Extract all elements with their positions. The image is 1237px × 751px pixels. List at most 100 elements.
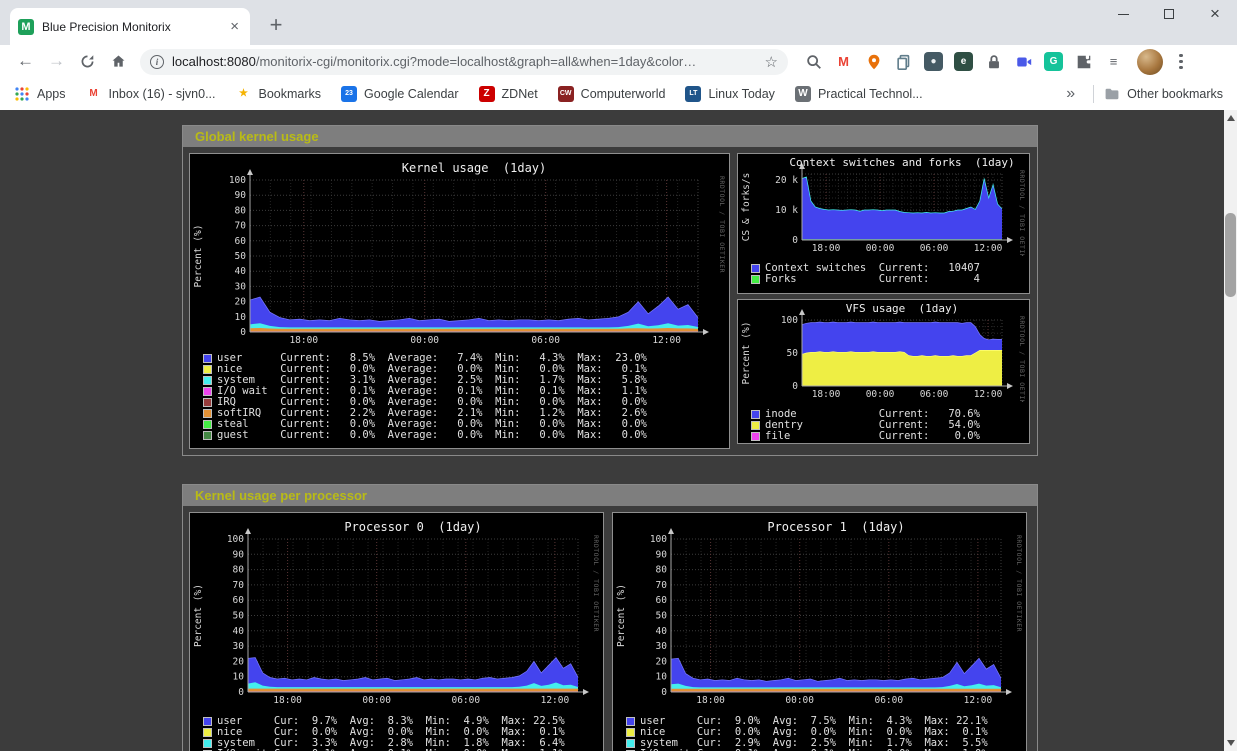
- svg-text:50: 50: [233, 611, 245, 622]
- bookmark-item[interactable]: WPractical Technol...: [795, 86, 923, 102]
- svg-text:10 k: 10 k: [775, 205, 798, 216]
- window-controls: ×: [1115, 6, 1223, 22]
- search-icon[interactable]: [804, 52, 823, 71]
- scroll-up-icon[interactable]: [1227, 115, 1235, 121]
- processor0-graph[interactable]: 010203040506070809010018:0000:0006:0012:…: [189, 512, 604, 751]
- bookmark-label: Practical Technol...: [818, 87, 923, 101]
- lock-icon[interactable]: [984, 52, 1003, 71]
- legend-swatch: [626, 739, 635, 748]
- camera-icon[interactable]: ●: [924, 52, 943, 71]
- svg-text:80: 80: [235, 205, 247, 216]
- map-pin-icon[interactable]: [864, 52, 883, 71]
- profile-avatar[interactable]: [1137, 49, 1163, 75]
- video-icon[interactable]: [1014, 52, 1033, 71]
- svg-text:100: 100: [227, 534, 244, 545]
- gmail-icon: M: [86, 86, 102, 102]
- svg-text:RRDTOOL / TOBI OETIKER: RRDTOOL / TOBI OETIKER: [1018, 316, 1026, 402]
- svg-text:60: 60: [233, 595, 245, 606]
- bookmark-star-icon[interactable]: ☆: [765, 53, 778, 71]
- processor0-legend: user Cur: 9.7% Avg: 8.3% Min: 4.9% Max: …: [190, 714, 603, 751]
- bookmark-label: Inbox (16) - sjvn0...: [109, 87, 216, 101]
- svg-text:Percent (%): Percent (%): [193, 584, 204, 647]
- svg-text:18:00: 18:00: [812, 389, 841, 400]
- svg-text:90: 90: [656, 549, 668, 560]
- svg-text:100: 100: [781, 315, 798, 326]
- list-icon[interactable]: ≡: [1104, 52, 1123, 71]
- reload-icon[interactable]: [75, 49, 100, 74]
- zdnet-icon: Z: [479, 86, 495, 102]
- tab-close-icon[interactable]: ×: [227, 18, 242, 35]
- legend-swatch: [203, 728, 212, 737]
- address-bar[interactable]: i localhost:8080/monitorix-cgi/monitorix…: [140, 49, 788, 75]
- apps-shortcut[interactable]: Apps: [14, 86, 66, 102]
- forward-icon[interactable]: →: [44, 49, 69, 74]
- legend-swatch: [203, 739, 212, 748]
- scrollbar-thumb[interactable]: [1225, 213, 1236, 297]
- section-global-kernel: Global kernel usage 01020304050607080901…: [182, 125, 1038, 456]
- other-bookmarks-button[interactable]: Other bookmarks: [1104, 86, 1223, 102]
- grammarly-icon[interactable]: G: [1044, 52, 1063, 71]
- evernote-icon[interactable]: e: [954, 52, 973, 71]
- page-info-icon[interactable]: i: [150, 55, 164, 69]
- close-button[interactable]: ×: [1207, 6, 1223, 22]
- browser-menu-icon[interactable]: [1175, 50, 1187, 74]
- back-icon[interactable]: ←: [13, 49, 38, 74]
- svg-text:20: 20: [656, 656, 668, 667]
- svg-text:20: 20: [233, 656, 245, 667]
- page-content: Global kernel usage 01020304050607080901…: [0, 110, 1237, 751]
- svg-text:70: 70: [656, 580, 668, 591]
- bookmark-item[interactable]: LTLinux Today: [685, 86, 775, 102]
- legend-swatch: [751, 275, 760, 284]
- svg-text:12:00: 12:00: [964, 695, 993, 706]
- vfs-usage-legend: inode Current: 70.6%dentry Current: 54.0…: [738, 407, 1029, 442]
- legend-swatch: [203, 409, 212, 418]
- browser-tab[interactable]: M Blue Precision Monitorix ×: [10, 8, 250, 45]
- bookmark-item[interactable]: CWComputerworld: [558, 86, 666, 102]
- home-icon[interactable]: [106, 49, 131, 74]
- svg-text:0: 0: [792, 235, 798, 246]
- svg-text:10: 10: [235, 312, 247, 323]
- copy-pages-icon[interactable]: [894, 52, 913, 71]
- svg-text:00:00: 00:00: [410, 335, 439, 346]
- svg-text:12:00: 12:00: [974, 243, 1003, 254]
- bookmark-item[interactable]: M Inbox (16) - sjvn0...: [86, 86, 216, 102]
- bookmark-item[interactable]: 23Google Calendar: [341, 86, 459, 102]
- bookmark-label: Bookmarks: [259, 87, 322, 101]
- scroll-down-icon[interactable]: [1227, 740, 1235, 746]
- new-tab-button[interactable]: +: [264, 13, 288, 37]
- bookmarks-overflow-icon[interactable]: »: [1058, 85, 1083, 103]
- svg-text:30: 30: [656, 641, 668, 652]
- scrollbar[interactable]: [1224, 110, 1237, 751]
- puzzle-icon[interactable]: [1074, 52, 1093, 71]
- svg-text:10: 10: [233, 672, 245, 683]
- kernel-usage-graph[interactable]: 010203040506070809010018:0000:0006:0012:…: [189, 153, 730, 449]
- legend-swatch: [626, 728, 635, 737]
- minimize-button[interactable]: [1115, 6, 1131, 22]
- svg-text:00:00: 00:00: [866, 389, 895, 400]
- gmail-icon[interactable]: M: [834, 52, 853, 71]
- svg-text:RRDTOOL / TOBI OETIKER: RRDTOOL / TOBI OETIKER: [1015, 535, 1023, 632]
- bookmark-item[interactable]: ★Bookmarks: [236, 86, 322, 102]
- svg-text:90: 90: [235, 190, 247, 201]
- svg-text:50: 50: [235, 251, 247, 262]
- svg-text:30: 30: [233, 641, 245, 652]
- svg-text:Processor 1 (1day): Processor 1 (1day): [767, 520, 904, 534]
- processor1-graph[interactable]: 010203040506070809010018:0000:0006:0012:…: [612, 512, 1027, 751]
- legend-swatch: [203, 376, 212, 385]
- maximize-button[interactable]: [1161, 6, 1177, 22]
- bookmark-item[interactable]: ZZDNet: [479, 86, 538, 102]
- svg-text:60: 60: [235, 236, 247, 247]
- svg-text:40: 40: [656, 626, 668, 637]
- svg-text:06:00: 06:00: [874, 695, 903, 706]
- svg-text:10: 10: [656, 672, 668, 683]
- bookmarks-separator: [1093, 85, 1094, 103]
- context-switches-chart: 010 k20 k18:0000:0006:0012:00Context swi…: [738, 154, 1029, 256]
- section-header: Kernel usage per processor: [183, 485, 1037, 506]
- linuxtoday-icon: LT: [685, 86, 701, 102]
- vfs-usage-graph[interactable]: 05010018:0000:0006:0012:00VFS usage (1da…: [737, 299, 1030, 444]
- svg-text:0: 0: [792, 381, 798, 392]
- svg-text:40: 40: [235, 266, 247, 277]
- svg-text:VFS usage (1day): VFS usage (1day): [846, 302, 959, 315]
- legend-swatch: [203, 365, 212, 374]
- context-switches-graph[interactable]: 010 k20 k18:0000:0006:0012:00Context swi…: [737, 153, 1030, 294]
